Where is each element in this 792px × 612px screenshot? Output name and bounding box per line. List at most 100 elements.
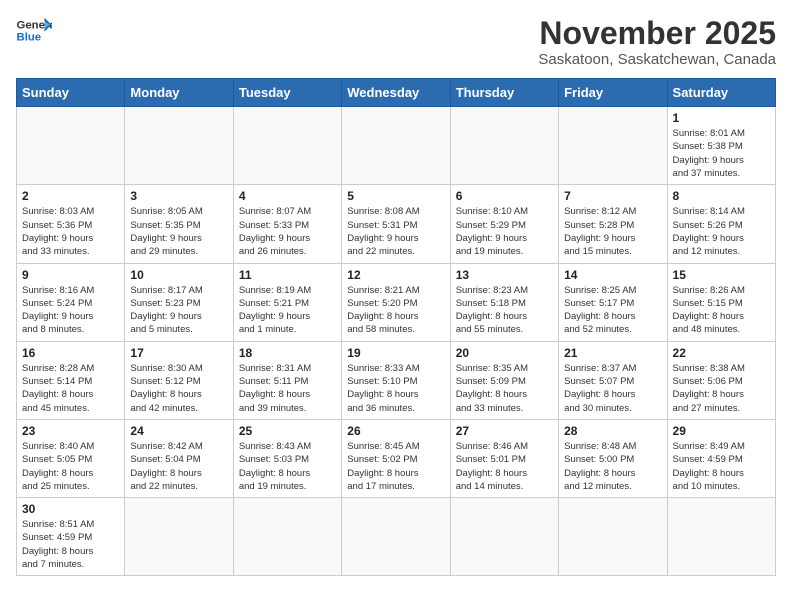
day-number: 6 xyxy=(456,189,553,203)
day-number: 24 xyxy=(130,424,227,438)
day-info: Sunrise: 8:37 AM Sunset: 5:07 PM Dayligh… xyxy=(564,362,661,415)
day-info: Sunrise: 8:48 AM Sunset: 5:00 PM Dayligh… xyxy=(564,440,661,493)
weekday-header-thursday: Thursday xyxy=(450,79,558,107)
day-number: 2 xyxy=(22,189,119,203)
calendar-cell: 23 Sunrise: 8:40 AM Sunset: 5:05 PM Dayli… xyxy=(17,419,125,497)
day-number: 23 xyxy=(22,424,119,438)
weekday-header-saturday: Saturday xyxy=(667,79,775,107)
logo: General Blue xyxy=(16,16,52,44)
day-info: Sunrise: 8:12 AM Sunset: 5:28 PM Dayligh… xyxy=(564,205,661,258)
calendar-week-6: 30Sunrise: 8:51 AM Sunset: 4:59 PM Dayli… xyxy=(17,498,776,576)
day-info: Sunrise: 8:16 AM Sunset: 5:24 PM Dayligh… xyxy=(22,284,119,337)
calendar-cell: 4 Sunrise: 8:07 AM Sunset: 5:33 PM Daylig… xyxy=(233,185,341,263)
calendar-cell: 8Sunrise: 8:14 AM Sunset: 5:26 PM Daylig… xyxy=(667,185,775,263)
day-number: 29 xyxy=(673,424,770,438)
day-number: 28 xyxy=(564,424,661,438)
calendar-cell xyxy=(559,498,667,576)
calendar-cell: 3 Sunrise: 8:05 AM Sunset: 5:35 PM Daylig… xyxy=(125,185,233,263)
day-info: Sunrise: 8:46 AM Sunset: 5:01 PM Dayligh… xyxy=(456,440,553,493)
weekday-header-tuesday: Tuesday xyxy=(233,79,341,107)
day-number: 10 xyxy=(130,268,227,282)
calendar-cell xyxy=(233,107,341,185)
calendar-week-1: 1 Sunrise: 8:01 AM Sunset: 5:38 PM Daylig… xyxy=(17,107,776,185)
weekday-header-friday: Friday xyxy=(559,79,667,107)
day-info: Sunrise: 8:28 AM Sunset: 5:14 PM Dayligh… xyxy=(22,362,119,415)
calendar-cell: 26 Sunrise: 8:45 AM Sunset: 5:02 PM Dayli… xyxy=(342,419,450,497)
day-number: 1 xyxy=(673,111,770,125)
weekday-header-sunday: Sunday xyxy=(17,79,125,107)
day-number: 5 xyxy=(347,189,444,203)
day-info: Sunrise: 8:45 AM Sunset: 5:02 PM Dayligh… xyxy=(347,440,444,493)
calendar-cell xyxy=(667,498,775,576)
calendar-cell: 20 Sunrise: 8:35 AM Sunset: 5:09 PM Dayli… xyxy=(450,341,558,419)
day-number: 20 xyxy=(456,346,553,360)
day-number: 16 xyxy=(22,346,119,360)
calendar-cell xyxy=(125,498,233,576)
calendar-cell: 29 Sunrise: 8:49 AM Sunset: 4:59 PM Dayli… xyxy=(667,419,775,497)
calendar-cell xyxy=(125,107,233,185)
weekday-header-row: SundayMondayTuesdayWednesdayThursdayFrid… xyxy=(17,79,776,107)
day-info: Sunrise: 8:25 AM Sunset: 5:17 PM Dayligh… xyxy=(564,284,661,337)
calendar-cell: 1 Sunrise: 8:01 AM Sunset: 5:38 PM Daylig… xyxy=(667,107,775,185)
calendar-table: SundayMondayTuesdayWednesdayThursdayFrid… xyxy=(16,78,776,576)
day-number: 21 xyxy=(564,346,661,360)
day-number: 17 xyxy=(130,346,227,360)
calendar-cell: 11 Sunrise: 8:19 AM Sunset: 5:21 PM Dayli… xyxy=(233,263,341,341)
day-number: 4 xyxy=(239,189,336,203)
location: Saskatoon, Saskatchewan, Canada xyxy=(538,51,776,68)
month-title: November 2025 xyxy=(538,16,776,51)
calendar-cell: 19Sunrise: 8:33 AM Sunset: 5:10 PM Dayli… xyxy=(342,341,450,419)
day-info: Sunrise: 8:35 AM Sunset: 5:09 PM Dayligh… xyxy=(456,362,553,415)
weekday-header-wednesday: Wednesday xyxy=(342,79,450,107)
calendar-cell xyxy=(342,107,450,185)
calendar-cell: 15Sunrise: 8:26 AM Sunset: 5:15 PM Dayli… xyxy=(667,263,775,341)
day-info: Sunrise: 8:49 AM Sunset: 4:59 PM Dayligh… xyxy=(673,440,770,493)
day-info: Sunrise: 8:01 AM Sunset: 5:38 PM Dayligh… xyxy=(673,127,770,180)
day-info: Sunrise: 8:42 AM Sunset: 5:04 PM Dayligh… xyxy=(130,440,227,493)
day-number: 11 xyxy=(239,268,336,282)
day-info: Sunrise: 8:03 AM Sunset: 5:36 PM Dayligh… xyxy=(22,205,119,258)
day-number: 15 xyxy=(673,268,770,282)
calendar-cell xyxy=(559,107,667,185)
calendar-cell: 5 Sunrise: 8:08 AM Sunset: 5:31 PM Daylig… xyxy=(342,185,450,263)
calendar-cell: 25 Sunrise: 8:43 AM Sunset: 5:03 PM Dayli… xyxy=(233,419,341,497)
day-number: 26 xyxy=(347,424,444,438)
calendar-week-4: 16 Sunrise: 8:28 AM Sunset: 5:14 PM Dayli… xyxy=(17,341,776,419)
day-info: Sunrise: 8:43 AM Sunset: 5:03 PM Dayligh… xyxy=(239,440,336,493)
day-number: 27 xyxy=(456,424,553,438)
day-number: 25 xyxy=(239,424,336,438)
calendar-cell xyxy=(233,498,341,576)
day-info: Sunrise: 8:33 AM Sunset: 5:10 PM Dayligh… xyxy=(347,362,444,415)
day-info: Sunrise: 8:10 AM Sunset: 5:29 PM Dayligh… xyxy=(456,205,553,258)
weekday-header-monday: Monday xyxy=(125,79,233,107)
calendar-week-5: 23 Sunrise: 8:40 AM Sunset: 5:05 PM Dayli… xyxy=(17,419,776,497)
calendar-cell: 13Sunrise: 8:23 AM Sunset: 5:18 PM Dayli… xyxy=(450,263,558,341)
calendar-cell: 6 Sunrise: 8:10 AM Sunset: 5:29 PM Daylig… xyxy=(450,185,558,263)
day-info: Sunrise: 8:07 AM Sunset: 5:33 PM Dayligh… xyxy=(239,205,336,258)
calendar-cell: 16 Sunrise: 8:28 AM Sunset: 5:14 PM Dayli… xyxy=(17,341,125,419)
calendar-week-3: 9 Sunrise: 8:16 AM Sunset: 5:24 PM Daylig… xyxy=(17,263,776,341)
day-info: Sunrise: 8:21 AM Sunset: 5:20 PM Dayligh… xyxy=(347,284,444,337)
calendar-cell: 17Sunrise: 8:30 AM Sunset: 5:12 PM Dayli… xyxy=(125,341,233,419)
calendar-cell: 18Sunrise: 8:31 AM Sunset: 5:11 PM Dayli… xyxy=(233,341,341,419)
day-number: 18 xyxy=(239,346,336,360)
day-info: Sunrise: 8:23 AM Sunset: 5:18 PM Dayligh… xyxy=(456,284,553,337)
calendar-cell xyxy=(450,107,558,185)
calendar-cell: 30Sunrise: 8:51 AM Sunset: 4:59 PM Dayli… xyxy=(17,498,125,576)
calendar-cell: 9 Sunrise: 8:16 AM Sunset: 5:24 PM Daylig… xyxy=(17,263,125,341)
calendar-cell: 12Sunrise: 8:21 AM Sunset: 5:20 PM Dayli… xyxy=(342,263,450,341)
calendar-cell xyxy=(17,107,125,185)
day-number: 7 xyxy=(564,189,661,203)
day-number: 3 xyxy=(130,189,227,203)
calendar-cell xyxy=(450,498,558,576)
day-info: Sunrise: 8:40 AM Sunset: 5:05 PM Dayligh… xyxy=(22,440,119,493)
day-number: 30 xyxy=(22,502,119,516)
day-info: Sunrise: 8:38 AM Sunset: 5:06 PM Dayligh… xyxy=(673,362,770,415)
day-info: Sunrise: 8:19 AM Sunset: 5:21 PM Dayligh… xyxy=(239,284,336,337)
day-info: Sunrise: 8:05 AM Sunset: 5:35 PM Dayligh… xyxy=(130,205,227,258)
day-number: 9 xyxy=(22,268,119,282)
day-info: Sunrise: 8:08 AM Sunset: 5:31 PM Dayligh… xyxy=(347,205,444,258)
day-number: 14 xyxy=(564,268,661,282)
calendar-cell: 10Sunrise: 8:17 AM Sunset: 5:23 PM Dayli… xyxy=(125,263,233,341)
logo-icon: General Blue xyxy=(16,16,52,44)
